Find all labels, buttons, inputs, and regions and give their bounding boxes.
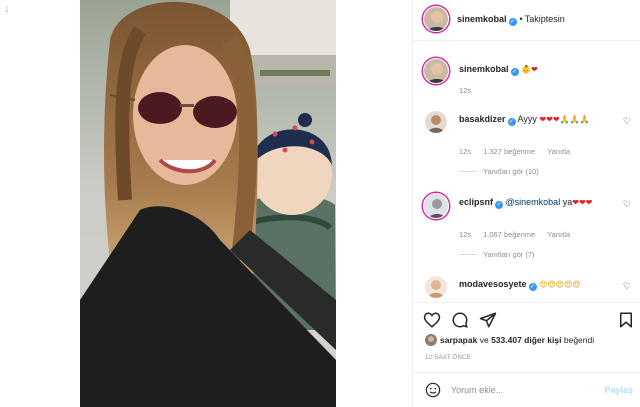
reply-button[interactable]: Yanıtla <box>547 147 570 156</box>
header-username[interactable]: sinemkobal <box>457 14 507 24</box>
comment-time[interactable]: 12s <box>459 147 471 156</box>
comment-bubble-icon[interactable] <box>451 311 469 329</box>
view-replies-label: Yanıtları gör (10) <box>483 167 539 176</box>
verified-badge-icon: ✓ <box>508 18 517 26</box>
comment-avatar[interactable] <box>423 193 449 219</box>
liker-avatar[interactable] <box>425 334 437 346</box>
likes-connector: ve <box>479 335 489 345</box>
verified-badge-icon: ✓ <box>528 283 537 291</box>
post-header: sinemkobal ✓ • Takiptesin <box>413 0 640 41</box>
comment-item: modavesosyete ✓ 😍😍😍😍😍 ♡ <box>425 274 635 300</box>
caption-emojis: 👶❤ <box>521 65 538 74</box>
like-comment-icon[interactable]: ♡ <box>623 199 631 210</box>
comment-avatar[interactable] <box>425 276 447 298</box>
comment-likes[interactable]: 1.067 beğenme <box>483 230 535 239</box>
comment-time[interactable]: 12s <box>459 230 471 239</box>
comment-text: Ayyy <box>517 114 537 124</box>
comment-emojis: ❤❤❤ <box>572 198 593 207</box>
like-comment-icon[interactable]: ♡ <box>623 281 631 292</box>
post-timestamp[interactable]: 12 SAAT ÖNCE <box>425 355 471 361</box>
post-comment-button[interactable]: Paylaş <box>604 385 633 395</box>
like-comment-icon[interactable]: ♡ <box>623 116 631 127</box>
verified-badge-icon: ✓ <box>507 118 516 126</box>
share-plane-icon[interactable] <box>479 311 497 329</box>
comment-input[interactable] <box>451 383 601 397</box>
comment-avatar[interactable] <box>425 111 447 133</box>
post-details-panel: sinemkobal ✓ • Takiptesin sinemkobal ✓ 👶❤ 12… <box>412 0 640 407</box>
action-bar <box>413 302 640 332</box>
follow-status-button[interactable]: Takiptesin <box>525 14 565 24</box>
view-replies-label: Yanıtları gör (7) <box>483 250 535 259</box>
like-heart-icon[interactable] <box>423 311 441 329</box>
comment-emojis: ❤❤❤🙏🙏🙏 <box>539 115 590 124</box>
replies-divider <box>459 171 477 172</box>
caption-time[interactable]: 12s <box>459 86 471 95</box>
liker-username[interactable]: sarpapak <box>440 335 477 345</box>
likes-suffix: beğendi <box>563 335 595 345</box>
header-avatar[interactable] <box>423 6 449 32</box>
comment-likes[interactable]: 1.327 beğenme <box>483 147 535 156</box>
likes-summary: sarpapak ve 533.407 diğer kişi beğendi <box>425 334 594 346</box>
comment-text: ya <box>562 197 573 207</box>
add-comment-bar: Paylaş <box>413 372 640 407</box>
header-separator: • <box>519 14 523 24</box>
view-replies[interactable]: Yanıtları gör (10) <box>459 167 539 176</box>
reply-button[interactable]: Yanıtla <box>547 230 570 239</box>
selfie-image <box>80 0 336 407</box>
comment-username[interactable]: modavesosyete <box>459 279 527 289</box>
comment-emojis: 😍😍😍😍😍 <box>539 280 581 289</box>
caption-avatar[interactable] <box>423 58 449 84</box>
comment-username[interactable]: eclipsnf <box>459 197 493 207</box>
post-photo[interactable] <box>80 0 336 407</box>
comment-mention-link[interactable]: @sinemkobal <box>506 197 561 207</box>
comment-item: basakdizer ✓ Ayyy ❤❤❤🙏🙏🙏 ♡ 12s 1.327 beğen… <box>425 109 635 189</box>
emoji-smiley-icon[interactable] <box>425 382 441 398</box>
view-replies[interactable]: Yanıtları gör (7) <box>459 250 535 259</box>
caption: sinemkobal ✓ 👶❤ 12s <box>423 56 635 96</box>
download-arrow-icon: ↓ <box>4 1 10 15</box>
comments-list[interactable]: sinemkobal ✓ 👶❤ 12s basakdizer ✓ Ayyy ❤❤❤🙏… <box>413 42 640 300</box>
verified-badge-icon: ✓ <box>495 201 504 209</box>
likes-count-link[interactable]: 533.407 diğer kişi <box>491 335 561 345</box>
caption-username[interactable]: sinemkobal <box>459 64 509 74</box>
comment-username[interactable]: basakdizer <box>459 114 506 124</box>
verified-badge-icon: ✓ <box>510 68 519 76</box>
replies-divider <box>459 254 477 255</box>
comment-item: eclipsnf ✓ @sinemkobal ya❤❤❤ ♡ 12s 1.067 b… <box>423 192 635 272</box>
save-bookmark-icon[interactable] <box>617 311 635 329</box>
